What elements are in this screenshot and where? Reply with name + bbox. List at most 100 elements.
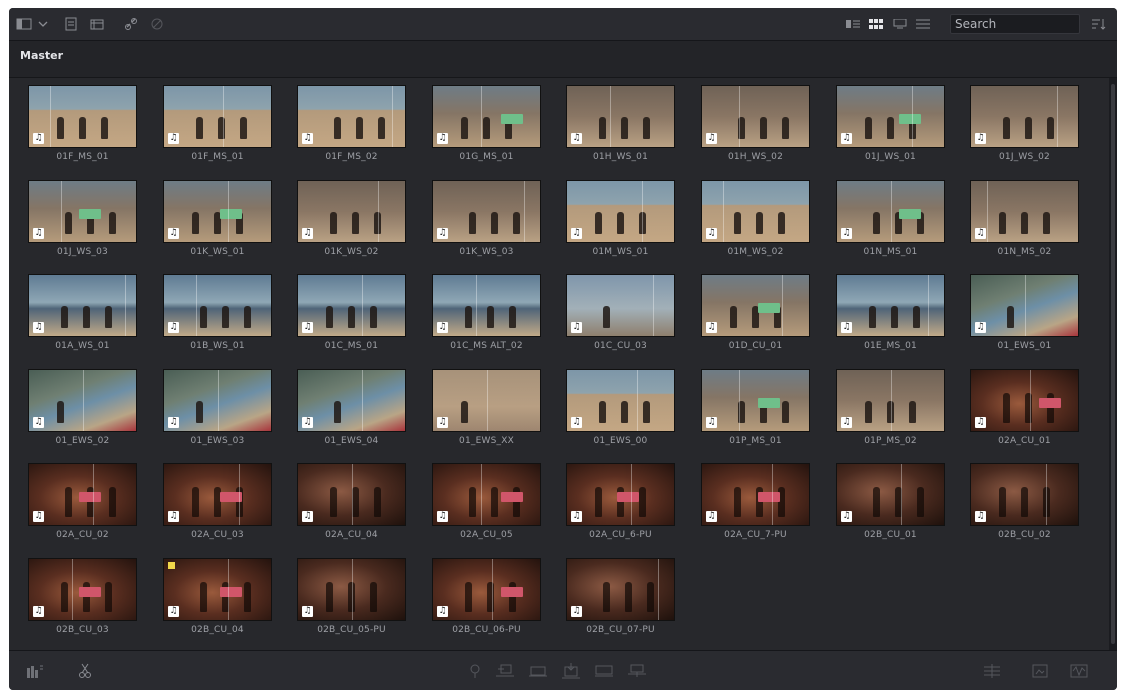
clip-thumbnail[interactable]: ♫ bbox=[970, 463, 1079, 526]
clip-item[interactable]: ♫ 01A_WS_01 bbox=[28, 274, 137, 354]
clip-thumbnail[interactable]: ♫ bbox=[28, 85, 137, 148]
clip-item[interactable]: ♫ 01J_WS_01 bbox=[836, 85, 945, 165]
inspector-icon[interactable] bbox=[1030, 662, 1050, 680]
clip-thumbnail[interactable]: ♫ bbox=[836, 369, 945, 432]
clip-thumbnail[interactable]: ♫ bbox=[432, 85, 541, 148]
list-view-icon[interactable] bbox=[915, 15, 931, 33]
new-timeline-icon[interactable] bbox=[88, 15, 106, 33]
clip-thumbnail[interactable]: ♫ bbox=[432, 274, 541, 337]
clip-thumbnail[interactable]: ♫ bbox=[970, 274, 1079, 337]
metadata-view-icon[interactable] bbox=[845, 15, 861, 33]
clip-item[interactable]: ♫ 01N_MS_01 bbox=[836, 180, 945, 260]
clip-thumbnail[interactable]: ♫ bbox=[297, 85, 406, 148]
clip-thumbnail[interactable]: ♫ bbox=[297, 274, 406, 337]
vertical-scrollbar[interactable] bbox=[1109, 78, 1117, 650]
clip-item[interactable]: ♫ 01E_MS_01 bbox=[836, 274, 945, 354]
clip-item[interactable]: ♫ 01M_WS_01 bbox=[566, 180, 675, 260]
chevron-down-icon[interactable] bbox=[37, 15, 49, 33]
clip-item[interactable]: ♫ 02B_CU_07-PU bbox=[566, 558, 675, 638]
clip-thumbnail[interactable]: ♫ bbox=[163, 369, 272, 432]
link-icon[interactable] bbox=[122, 15, 140, 33]
clip-item[interactable]: ♫ 02A_CU_02 bbox=[28, 463, 137, 543]
clip-thumbnail[interactable]: ♫ bbox=[701, 85, 810, 148]
clip-item[interactable]: ♫ 01H_WS_01 bbox=[566, 85, 675, 165]
clip-item[interactable]: ♫ 01H_WS_02 bbox=[701, 85, 810, 165]
clip-item[interactable]: ♫ 01J_WS_03 bbox=[28, 180, 137, 260]
clip-item[interactable]: ♫ 01C_MS ALT_02 bbox=[432, 274, 541, 354]
clip-item[interactable]: ♫ 02B_CU_05-PU bbox=[297, 558, 406, 638]
clip-thumbnail[interactable]: ♫ bbox=[432, 463, 541, 526]
clip-item[interactable]: ♫ 02B_CU_03 bbox=[28, 558, 137, 638]
clip-item[interactable]: ♫ 01J_WS_02 bbox=[970, 85, 1079, 165]
clip-item[interactable]: ♫ 01F_MS_01 bbox=[28, 85, 137, 165]
clip-thumbnail[interactable]: ♫ bbox=[297, 463, 406, 526]
clip-thumbnail[interactable]: ♫ bbox=[836, 463, 945, 526]
clip-item[interactable]: ♫ 01G_MS_01 bbox=[432, 85, 541, 165]
clip-item[interactable]: ♫ 01P_MS_02 bbox=[836, 369, 945, 449]
clip-item[interactable]: ♫ 02A_CU_05 bbox=[432, 463, 541, 543]
clip-item[interactable]: ♫ 01C_MS_01 bbox=[297, 274, 406, 354]
clip-thumbnail[interactable]: ♫ bbox=[28, 180, 137, 243]
clip-thumbnail[interactable]: ♫ bbox=[836, 85, 945, 148]
clip-thumbnail[interactable]: ♫ bbox=[701, 369, 810, 432]
clip-thumbnail[interactable]: ♫ bbox=[297, 180, 406, 243]
clip-thumbnail[interactable]: ♫ bbox=[163, 463, 272, 526]
clip-item[interactable]: ♫ 01N_MS_02 bbox=[970, 180, 1079, 260]
clip-item[interactable]: ♫ 01M_WS_02 bbox=[701, 180, 810, 260]
clip-item[interactable]: ♫ 01K_WS_01 bbox=[163, 180, 272, 260]
clip-thumbnail[interactable]: ♫ bbox=[297, 369, 406, 432]
clip-thumbnail[interactable]: ♫ bbox=[836, 274, 945, 337]
clip-thumbnail[interactable]: ♫ bbox=[566, 274, 675, 337]
scrollbar-thumb[interactable] bbox=[1111, 84, 1115, 644]
fit-to-fill-icon[interactable] bbox=[593, 662, 615, 680]
clip-thumbnail[interactable]: ♫ bbox=[701, 463, 810, 526]
clip-thumbnail[interactable]: ♫ bbox=[163, 558, 272, 621]
audio-meter-icon[interactable] bbox=[25, 662, 45, 680]
clip-item[interactable]: ♫ 01D_CU_01 bbox=[701, 274, 810, 354]
clip-thumbnail[interactable]: ♫ bbox=[836, 180, 945, 243]
new-bin-icon[interactable] bbox=[62, 15, 80, 33]
clip-thumbnail[interactable]: ♫ bbox=[970, 369, 1079, 432]
clip-thumbnail[interactable]: ♫ bbox=[566, 558, 675, 621]
marker-icon[interactable] bbox=[465, 662, 485, 680]
clip-thumbnail[interactable]: ♫ bbox=[566, 369, 675, 432]
viewer-icon[interactable] bbox=[982, 662, 1002, 680]
clip-thumbnail[interactable]: ♫ bbox=[970, 180, 1079, 243]
clip-item[interactable]: ♫ 02A_CU_01 bbox=[970, 369, 1079, 449]
clip-item[interactable]: ♫ 01B_WS_01 bbox=[163, 274, 272, 354]
clip-item[interactable]: ♫ 01C_CU_03 bbox=[566, 274, 675, 354]
append-icon[interactable] bbox=[626, 662, 648, 680]
clip-item[interactable]: ♫ 01F_MS_01 bbox=[163, 85, 272, 165]
thumbnail-view-icon[interactable] bbox=[868, 15, 884, 33]
clip-item[interactable]: ♫ 02B_CU_02 bbox=[970, 463, 1079, 543]
panel-toggle-icon[interactable] bbox=[15, 15, 33, 33]
sort-icon[interactable] bbox=[1090, 15, 1108, 33]
clip-item[interactable]: ♫ 02A_CU_6-PU bbox=[566, 463, 675, 543]
waveform-icon[interactable] bbox=[1068, 662, 1090, 680]
clip-item[interactable]: ♫ 01_EWS_01 bbox=[970, 274, 1079, 354]
clip-thumbnail[interactable]: ♫ bbox=[28, 274, 137, 337]
clip-item[interactable]: ♫ 01K_WS_03 bbox=[432, 180, 541, 260]
clip-item[interactable]: ♫ 02B_CU_04 bbox=[163, 558, 272, 638]
clip-thumbnail[interactable]: ♫ bbox=[432, 558, 541, 621]
clip-thumbnail[interactable]: ♫ bbox=[970, 85, 1079, 148]
clip-thumbnail[interactable]: ♫ bbox=[28, 369, 137, 432]
cut-icon[interactable] bbox=[75, 662, 95, 680]
clip-item[interactable]: ♫ 01F_MS_02 bbox=[297, 85, 406, 165]
clip-item[interactable]: ♫ 02B_CU_06-PU bbox=[432, 558, 541, 638]
clip-item[interactable]: ♫ 01P_MS_01 bbox=[701, 369, 810, 449]
clip-thumbnail[interactable]: ♫ bbox=[163, 180, 272, 243]
clip-thumbnail[interactable]: ♫ bbox=[566, 85, 675, 148]
clip-thumbnail[interactable]: ♫ bbox=[432, 180, 541, 243]
clip-thumbnail[interactable]: ♫ bbox=[28, 463, 137, 526]
clip-thumbnail[interactable]: ♫ bbox=[163, 85, 272, 148]
clip-item[interactable]: ♫ 01_EWS_00 bbox=[566, 369, 675, 449]
overwrite-icon[interactable] bbox=[527, 662, 549, 680]
clip-item[interactable]: ♫ 01_EWS_04 bbox=[297, 369, 406, 449]
clip-item[interactable]: ♫ 01_EWS_XX bbox=[432, 369, 541, 449]
clip-item[interactable]: ♫ 01K_WS_02 bbox=[297, 180, 406, 260]
clip-thumbnail[interactable]: ♫ bbox=[297, 558, 406, 621]
clip-item[interactable]: ♫ 01_EWS_03 bbox=[163, 369, 272, 449]
clip-thumbnail[interactable]: ♫ bbox=[28, 558, 137, 621]
clip-thumbnail[interactable]: ♫ bbox=[566, 463, 675, 526]
